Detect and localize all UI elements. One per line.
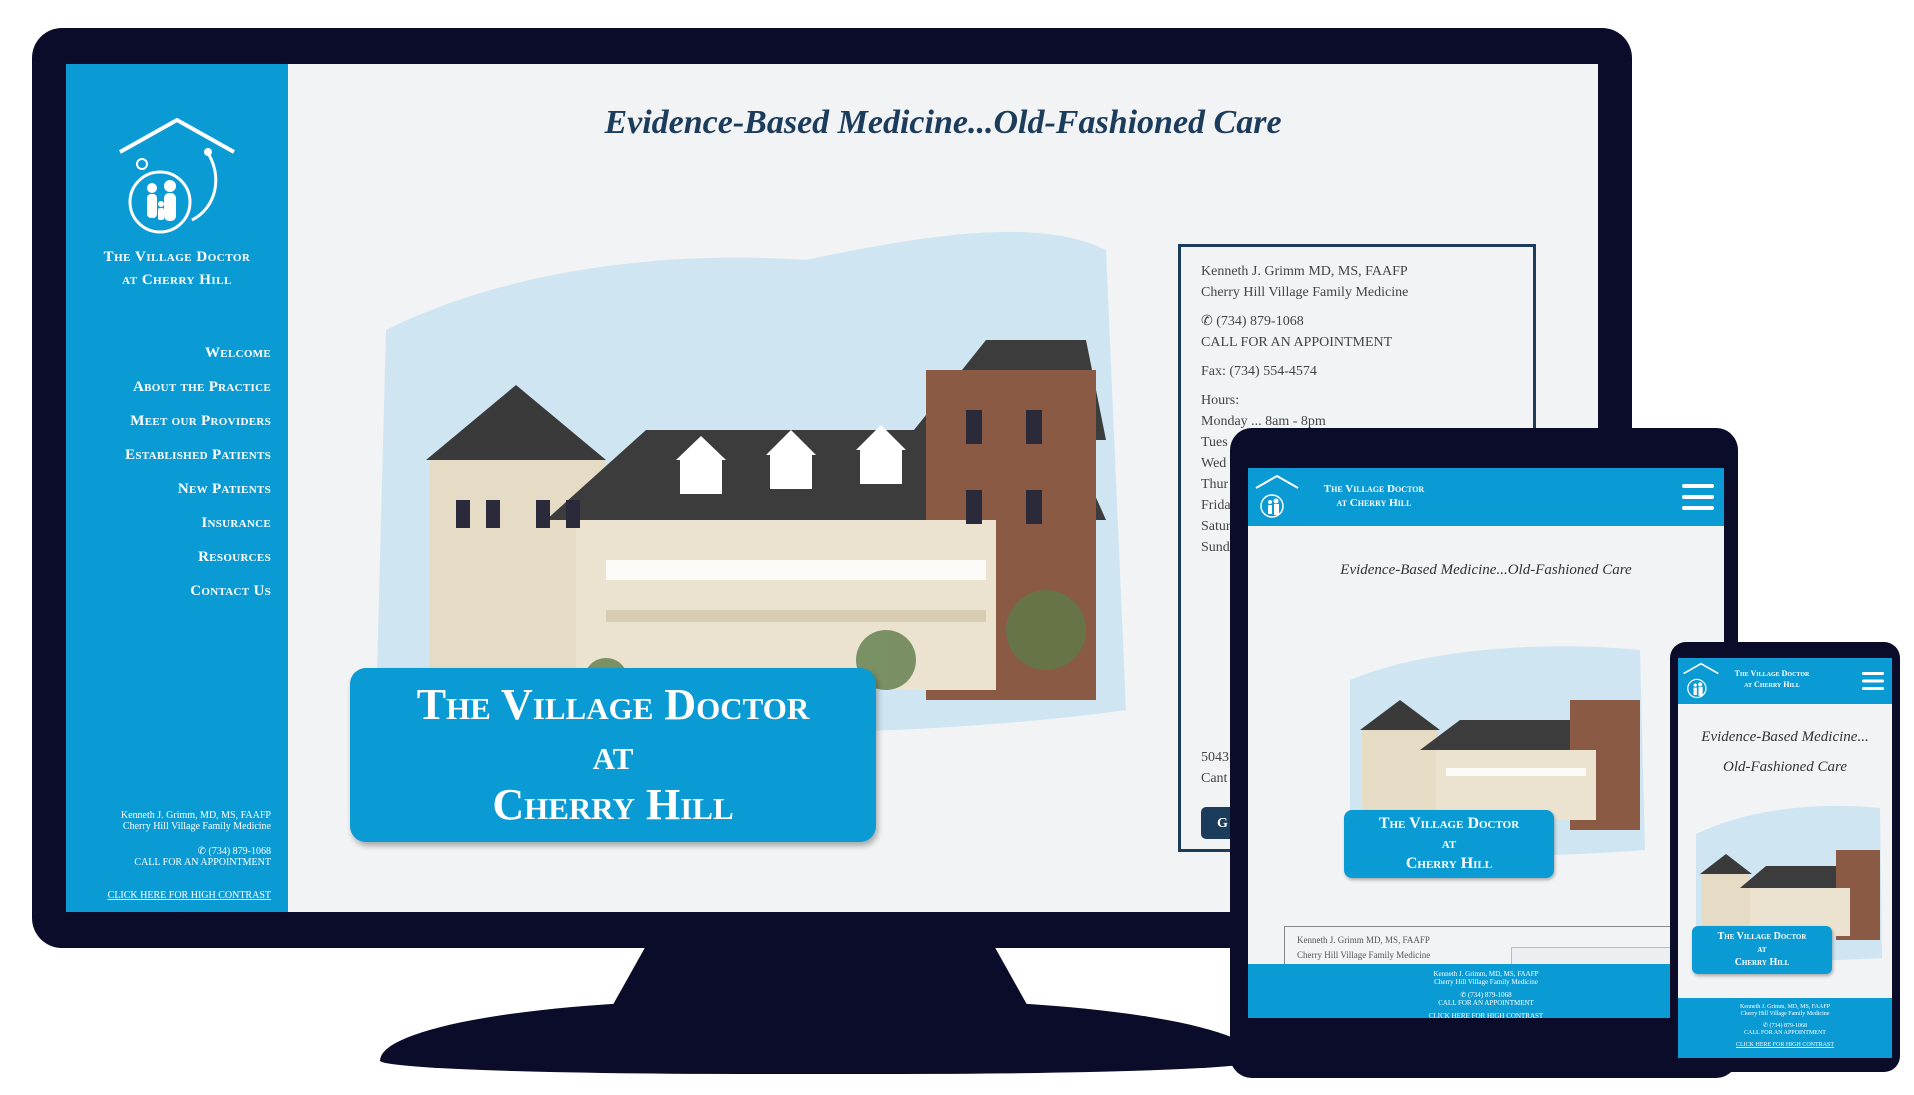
high-contrast-link[interactable]: CLICK HERE FOR HIGH CONTRAST xyxy=(1678,1042,1892,1049)
tablet-frame: The Village Doctor at Cherry Hill Eviden… xyxy=(1230,428,1738,1078)
phone-hero-banner: The Village Doctor at Cherry Hill xyxy=(1692,926,1832,974)
hamburger-menu-icon[interactable] xyxy=(1862,672,1884,690)
footer-doctor-name: Kenneth J. Grimm, MD, MS, FAAFP xyxy=(120,810,271,821)
phone-frame: The Village Doctor at Cherry Hill Eviden… xyxy=(1670,642,1900,1072)
card-hours-label: Hours: xyxy=(1201,393,1240,408)
phone-icon: ✆ xyxy=(1460,991,1468,999)
phone-header: The Village Doctor at Cherry Hill xyxy=(1678,658,1892,704)
hero-banner: The Village Doctor at Cherry Hill xyxy=(350,668,876,842)
card-hours-saturday: Satur xyxy=(1201,519,1231,534)
sidebar-footer: Kenneth J. Grimm, MD, MS, FAAFP Cherry H… xyxy=(121,810,271,868)
sidebar-nav: Welcome About the Practice Meet our Prov… xyxy=(125,336,271,608)
phone-icon: ✆ xyxy=(197,846,209,857)
house-family-stethoscope-icon[interactable] xyxy=(1254,474,1300,520)
card-fax: Fax: (734) 554-4574 xyxy=(1201,364,1317,379)
page-tagline: Evidence-Based Medicine...Old-Fashioned … xyxy=(604,104,1282,141)
card-practice-name: Cherry Hill Village Family Medicine xyxy=(1201,285,1409,300)
nav-item-established-patients[interactable]: Established Patients xyxy=(125,438,271,472)
tablet-hero-banner: The Village Doctor at Cherry Hill xyxy=(1344,810,1554,878)
tablet-brand[interactable]: The Village Doctor at Cherry Hill xyxy=(1310,482,1438,510)
house-family-stethoscope-icon[interactable] xyxy=(1682,662,1720,700)
card-cta: CALL FOR AN APPOINTMENT xyxy=(1201,335,1393,350)
nav-item-resources[interactable]: Resources xyxy=(125,540,271,574)
sidebar: The Village Doctor at Cherry Hill Welcom… xyxy=(66,64,288,912)
card-hours-sunday: Sund xyxy=(1201,540,1230,555)
tablet-footer: Kenneth J. Grimm, MD, MS, FAAFP Cherry H… xyxy=(1248,964,1724,1018)
nav-item-providers[interactable]: Meet our Providers xyxy=(125,404,271,438)
house-family-stethoscope-icon[interactable] xyxy=(116,116,238,236)
card-hours-friday: Frida xyxy=(1201,498,1231,513)
footer-phone[interactable]: ✆ (734) 879-1068 xyxy=(121,846,271,857)
card-doctor-name: Kenneth J. Grimm MD, MS, FAAFP xyxy=(1201,264,1408,279)
card-phone[interactable]: (734) 879-1068 xyxy=(1216,314,1304,329)
footer-practice-name: Cherry Hill Village Family Medicine xyxy=(122,821,271,832)
nav-item-contact[interactable]: Contact Us xyxy=(125,574,271,608)
phone-brand[interactable]: The Village Doctor at Cherry Hill xyxy=(1722,668,1822,690)
monitor-stand-neck xyxy=(610,920,1030,1010)
phone-icon: ✆ xyxy=(1201,314,1217,329)
nav-item-insurance[interactable]: Insurance xyxy=(125,506,271,540)
card-address: 5043 Cant xyxy=(1201,750,1229,786)
nav-item-new-patients[interactable]: New Patients xyxy=(125,472,271,506)
phone-footer: Kenneth J. Grimm, MD, MS, FAAFP Cherry H… xyxy=(1678,998,1892,1058)
card-hours-monday: Monday ... 8am - 8pm xyxy=(1201,414,1326,429)
nav-item-welcome[interactable]: Welcome xyxy=(125,336,271,370)
footer-cta: CALL FOR AN APPOINTMENT xyxy=(134,857,271,868)
tablet-header: The Village Doctor at Cherry Hill xyxy=(1248,468,1724,526)
tablet-screen: The Village Doctor at Cherry Hill Eviden… xyxy=(1248,468,1724,1018)
card-hours-thursday: Thur xyxy=(1201,477,1229,492)
tablet-tagline: Evidence-Based Medicine...Old-Fashioned … xyxy=(1340,562,1632,578)
nav-item-about[interactable]: About the Practice xyxy=(125,370,271,404)
high-contrast-link[interactable]: CLICK HERE FOR HIGH CONTRAST xyxy=(108,890,271,901)
sidebar-brand[interactable]: The Village Doctor at Cherry Hill xyxy=(66,246,288,292)
monitor-stand-base xyxy=(380,1000,1260,1074)
phone-tagline: Evidence-Based Medicine... Old-Fashioned… xyxy=(1701,729,1869,775)
card-hours-wednesday: Wed xyxy=(1201,456,1227,471)
card-hours-tuesday: Tues xyxy=(1201,435,1228,450)
high-contrast-link[interactable]: CLICK HERE FOR HIGH CONTRAST xyxy=(1248,1012,1724,1018)
phone-screen: The Village Doctor at Cherry Hill Eviden… xyxy=(1678,658,1892,1058)
hamburger-menu-icon[interactable] xyxy=(1682,484,1714,510)
